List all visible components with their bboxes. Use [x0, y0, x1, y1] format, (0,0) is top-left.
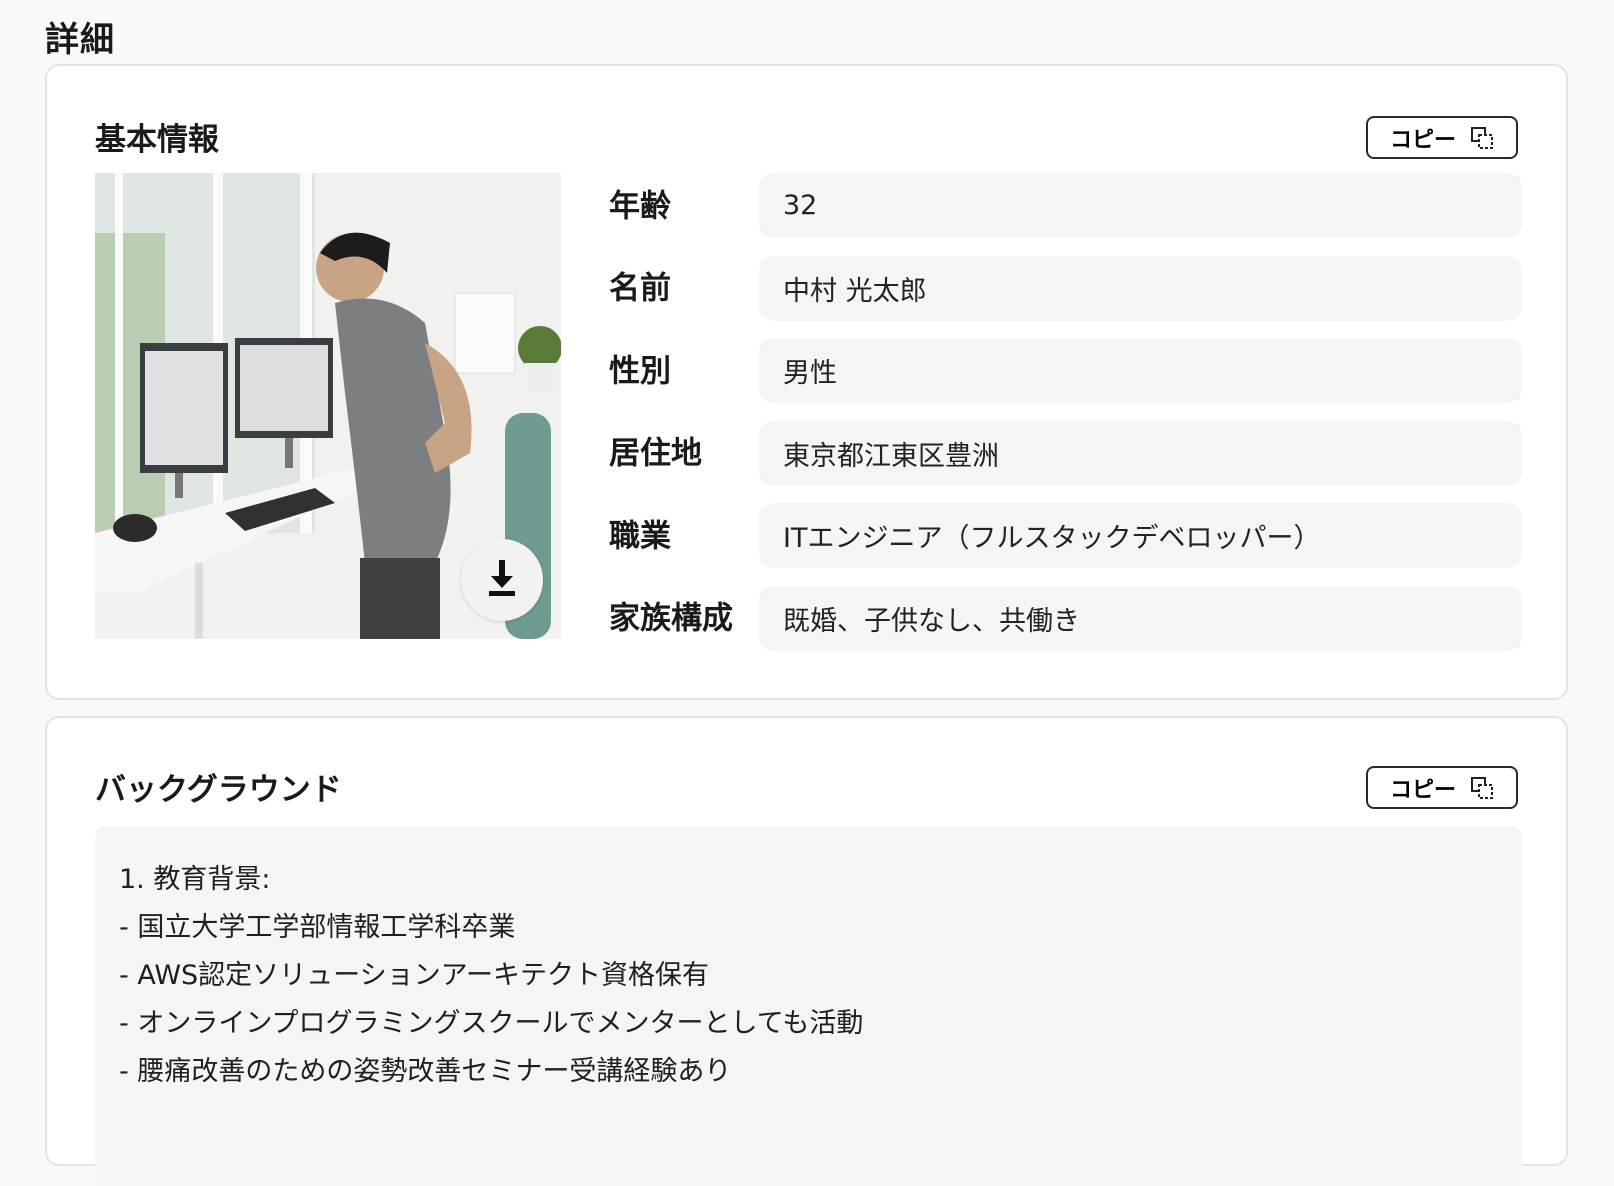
background-line: - オンラインプログラミングスクールでメンターとしても活動	[119, 1008, 864, 1039]
background-line: - 腰痛改善のための姿勢改善セミナー受講経験あり	[119, 1056, 732, 1087]
field-label: 職業	[609, 518, 671, 554]
field-value: 中村 光太郎	[759, 255, 1522, 321]
field-label: 名前	[609, 270, 671, 307]
field-gender: 性別 男性	[609, 338, 1522, 403]
background-line: - AWS認定ソリューションアーキテクト資格保有	[119, 960, 709, 991]
field-label: 家族構成	[609, 600, 733, 637]
field-name: 名前 中村 光太郎	[609, 255, 1522, 321]
page-title: 詳細	[45, 20, 115, 60]
download-button[interactable]	[461, 539, 543, 621]
field-value: 男性	[759, 338, 1522, 403]
copy-icon	[1470, 126, 1494, 150]
basic-info-card: 基本情報 コピー 年齢 32 名前 中村 光太郎 性別 男性 居住地 東京都江東…	[45, 64, 1568, 700]
background-card: バックグラウンド コピー 1. 教育背景: - 国立大学工学部情報工学科卒業 -…	[45, 716, 1568, 1186]
copy-icon	[1470, 776, 1494, 800]
field-label: 性別	[609, 353, 671, 389]
download-icon	[484, 558, 520, 602]
field-value: 東京都江東区豊洲	[759, 420, 1522, 486]
basic-info-fields: 年齢 32 名前 中村 光太郎 性別 男性 居住地 東京都江東区豊洲 職業 IT…	[609, 173, 1522, 668]
background-title: バックグラウンド	[95, 772, 342, 808]
basic-info-title: 基本情報	[95, 122, 219, 158]
field-value: 既婚、子供なし、共働き	[759, 585, 1522, 651]
field-label: 居住地	[609, 435, 702, 472]
background-copy-button[interactable]: コピー	[1366, 766, 1518, 809]
copy-button-label: コピー	[1389, 126, 1456, 152]
field-value: ITエンジニア（フルスタックデベロッパー）	[759, 503, 1522, 568]
background-line: - 国立大学工学部情報工学科卒業	[119, 912, 516, 943]
field-residence: 居住地 東京都江東区豊洲	[609, 420, 1522, 486]
field-occupation: 職業 ITエンジニア（フルスタックデベロッパー）	[609, 503, 1522, 568]
field-label: 年齢	[609, 188, 671, 224]
copy-button-label: コピー	[1389, 776, 1456, 802]
background-text: 1. 教育背景: - 国立大学工学部情報工学科卒業 - AWS認定ソリューション…	[95, 826, 1522, 1186]
basic-info-copy-button[interactable]: コピー	[1366, 116, 1518, 159]
persona-photo	[95, 173, 561, 639]
field-age: 年齢 32	[609, 173, 1522, 238]
field-value: 32	[759, 173, 1522, 238]
background-line: 1. 教育背景:	[119, 864, 271, 895]
field-family: 家族構成 既婚、子供なし、共働き	[609, 585, 1522, 651]
